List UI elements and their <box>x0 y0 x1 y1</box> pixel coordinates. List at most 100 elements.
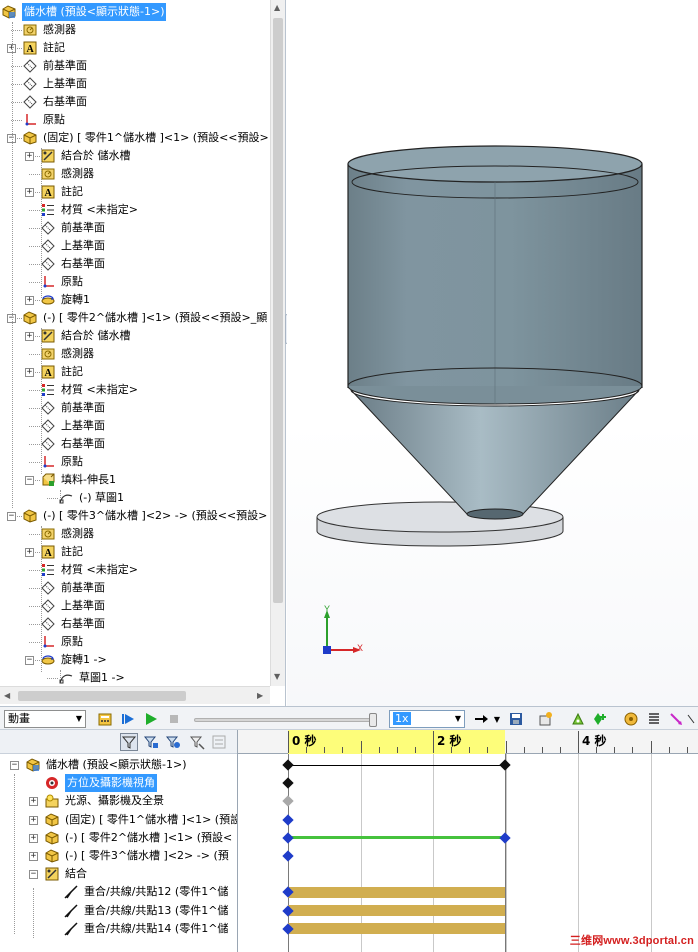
tree-item[interactable]: 草圖1 -> <box>59 669 125 687</box>
tree-item[interactable]: 材質 <未指定> <box>41 561 138 579</box>
tree-hscroll-thumb[interactable] <box>18 691 186 701</box>
tree-item[interactable]: (固定) [ 零件1^儲水槽 ]<1> (預設<<預設> <box>23 129 269 147</box>
tree-item[interactable]: 上基準面 <box>41 417 105 435</box>
motion-tree-item[interactable]: (-) [ 零件2^儲水槽 ]<1> (預設< <box>45 829 232 847</box>
tree-item[interactable]: 上基準面 <box>41 597 105 615</box>
tree-item[interactable]: 原點 <box>41 273 83 291</box>
motion-tree-item[interactable]: (-) [ 零件3^儲水槽 ]<2> -> (預 <box>45 847 229 865</box>
collapse-button[interactable]: − <box>29 870 38 880</box>
expand-button[interactable]: + <box>25 152 34 161</box>
motion-tree-item[interactable]: 結合 <box>45 865 87 883</box>
tree-item[interactable]: 右基準面 <box>23 93 87 111</box>
tree-item[interactable]: 感測器 <box>23 21 76 39</box>
autokey-button[interactable] <box>569 710 587 728</box>
tree-item[interactable]: 上基準面 <box>41 237 105 255</box>
tree-item[interactable]: 旋轉1 -> <box>41 651 107 669</box>
tree-item[interactable]: A 註記 <box>41 363 83 381</box>
graphics-viewport[interactable]: Y X <box>287 0 698 706</box>
expand-button[interactable]: + <box>25 368 34 377</box>
tree-item[interactable]: 前基準面 <box>41 219 105 237</box>
tree-item[interactable]: (-) [ 零件2^儲水槽 ]<1> (預設<<預設>_顯 <box>23 309 267 327</box>
tree-item[interactable]: 感測器 <box>41 525 94 543</box>
tree-item[interactable]: 結合於 儲水槽 <box>41 327 131 345</box>
motion-tree-item[interactable]: 重合/共線/共點14 (零件1^儲 <box>64 920 228 938</box>
tree-item[interactable]: 填料-伸長1 <box>41 471 116 489</box>
collapse-tree-button[interactable] <box>210 733 228 751</box>
tree-item[interactable]: 前基準面 <box>41 579 105 597</box>
motion-tree-item[interactable]: (固定) [ 零件1^儲水槽 ]<1> (預設 <box>45 811 237 829</box>
timeline-ruler[interactable]: 0 秒 2 秒 4 秒 <box>238 730 698 754</box>
playback-mode-button[interactable] <box>470 710 492 728</box>
collapse-button[interactable]: − <box>25 656 34 665</box>
tree-item[interactable]: 旋轉1 <box>41 291 90 309</box>
keypoint[interactable] <box>499 759 511 771</box>
tree-item[interactable]: 材質 <未指定> <box>41 381 138 399</box>
component-change-bar[interactable] <box>288 836 505 840</box>
expand-button[interactable]: + <box>25 296 34 305</box>
tree-item[interactable]: 感測器 <box>41 345 94 363</box>
expand-button[interactable]: + <box>25 548 34 557</box>
expand-button[interactable]: + <box>29 852 38 861</box>
tree-item[interactable]: 材質 <未指定> <box>41 201 138 219</box>
tree-horizontal-scrollbar[interactable]: ◀ ▶ <box>0 686 270 704</box>
tree-item[interactable]: 上基準面 <box>23 75 87 93</box>
mate-timeline-bar[interactable] <box>288 923 505 935</box>
motion-tree-item[interactable]: 方位及攝影機視角 <box>45 774 157 793</box>
tree-vertical-scrollbar[interactable]: ▲ ▼ <box>270 0 285 686</box>
toolbar-overflow[interactable] <box>686 710 696 728</box>
motion-tree-item[interactable]: 重合/共線/共點13 (零件1^儲 <box>64 902 228 920</box>
keypoint[interactable] <box>282 795 294 808</box>
filter-animated-button[interactable] <box>120 733 138 751</box>
filter-driving-button[interactable] <box>142 733 160 751</box>
motor-button[interactable] <box>622 710 640 728</box>
tree-item[interactable]: 右基準面 <box>41 615 105 633</box>
tree-item[interactable]: A 註記 <box>41 543 83 561</box>
study-type-select[interactable]: 動畫 ▼ <box>4 710 86 728</box>
tree-item[interactable]: 前基準面 <box>41 399 105 417</box>
motion-tree-item[interactable]: 儲水槽 (預設<顯示狀態-1>) <box>26 756 186 774</box>
tree-item[interactable]: A 註記 <box>23 39 65 57</box>
motion-timeline[interactable]: 0 秒 2 秒 4 秒 <box>238 730 698 952</box>
expand-button[interactable]: + <box>25 188 34 197</box>
tree-item[interactable]: 儲水槽 (預設<顯示狀態-1>) <box>2 3 167 21</box>
motion-tree-item[interactable]: 重合/共線/共點12 (零件1^儲 <box>64 883 228 901</box>
tree-item[interactable]: 右基準面 <box>41 255 105 273</box>
play-button[interactable] <box>142 710 160 728</box>
animation-wizard-button[interactable] <box>537 710 555 728</box>
filter-selected-button[interactable] <box>164 733 182 751</box>
save-animation-button[interactable] <box>507 710 525 728</box>
keypoint[interactable] <box>282 813 294 826</box>
stop-button[interactable] <box>165 710 183 728</box>
keypoint[interactable] <box>499 832 511 844</box>
tree-item[interactable]: 前基準面 <box>23 57 87 75</box>
play-from-start-button[interactable] <box>119 710 137 728</box>
expand-button[interactable]: + <box>29 815 38 825</box>
tree-item[interactable]: (-) 草圖1 <box>59 489 124 507</box>
keypoint[interactable] <box>282 777 294 789</box>
playback-speed-select[interactable]: 1x ▼ <box>389 710 465 728</box>
tree-item[interactable]: (-) [ 零件3^儲水槽 ]<2> -> (預設<<預設> <box>23 507 267 525</box>
keypoint[interactable] <box>282 832 294 844</box>
playback-mode-dropdown[interactable]: ▼ <box>491 710 503 728</box>
add-key-button[interactable] <box>591 710 609 728</box>
mate-timeline-bar[interactable] <box>288 886 505 898</box>
tree-item[interactable]: 結合於 儲水槽 <box>41 147 131 165</box>
tree-item[interactable]: 右基準面 <box>41 435 105 453</box>
expand-button[interactable]: + <box>29 797 38 807</box>
mate-timeline-bar[interactable] <box>288 905 505 917</box>
keypoint[interactable] <box>282 759 294 771</box>
timeline-end-marker[interactable] <box>505 754 506 952</box>
expand-button[interactable]: + <box>29 833 38 843</box>
tree-item[interactable]: 感測器 <box>41 165 94 183</box>
assembly-timeline-bar[interactable] <box>288 764 505 766</box>
expand-button[interactable]: + <box>25 332 34 341</box>
force-button[interactable] <box>667 710 685 728</box>
motion-tree-item[interactable]: 光源、攝影機及全景 <box>45 792 164 810</box>
filter-results-button[interactable] <box>188 733 206 751</box>
playback-slider[interactable] <box>194 718 374 722</box>
collapse-button[interactable]: − <box>7 512 16 521</box>
collapse-button[interactable]: − <box>25 476 34 485</box>
tree-item[interactable]: 原點 <box>41 633 83 651</box>
collapse-button[interactable]: − <box>10 761 19 770</box>
tree-vscroll-thumb[interactable] <box>273 18 283 603</box>
